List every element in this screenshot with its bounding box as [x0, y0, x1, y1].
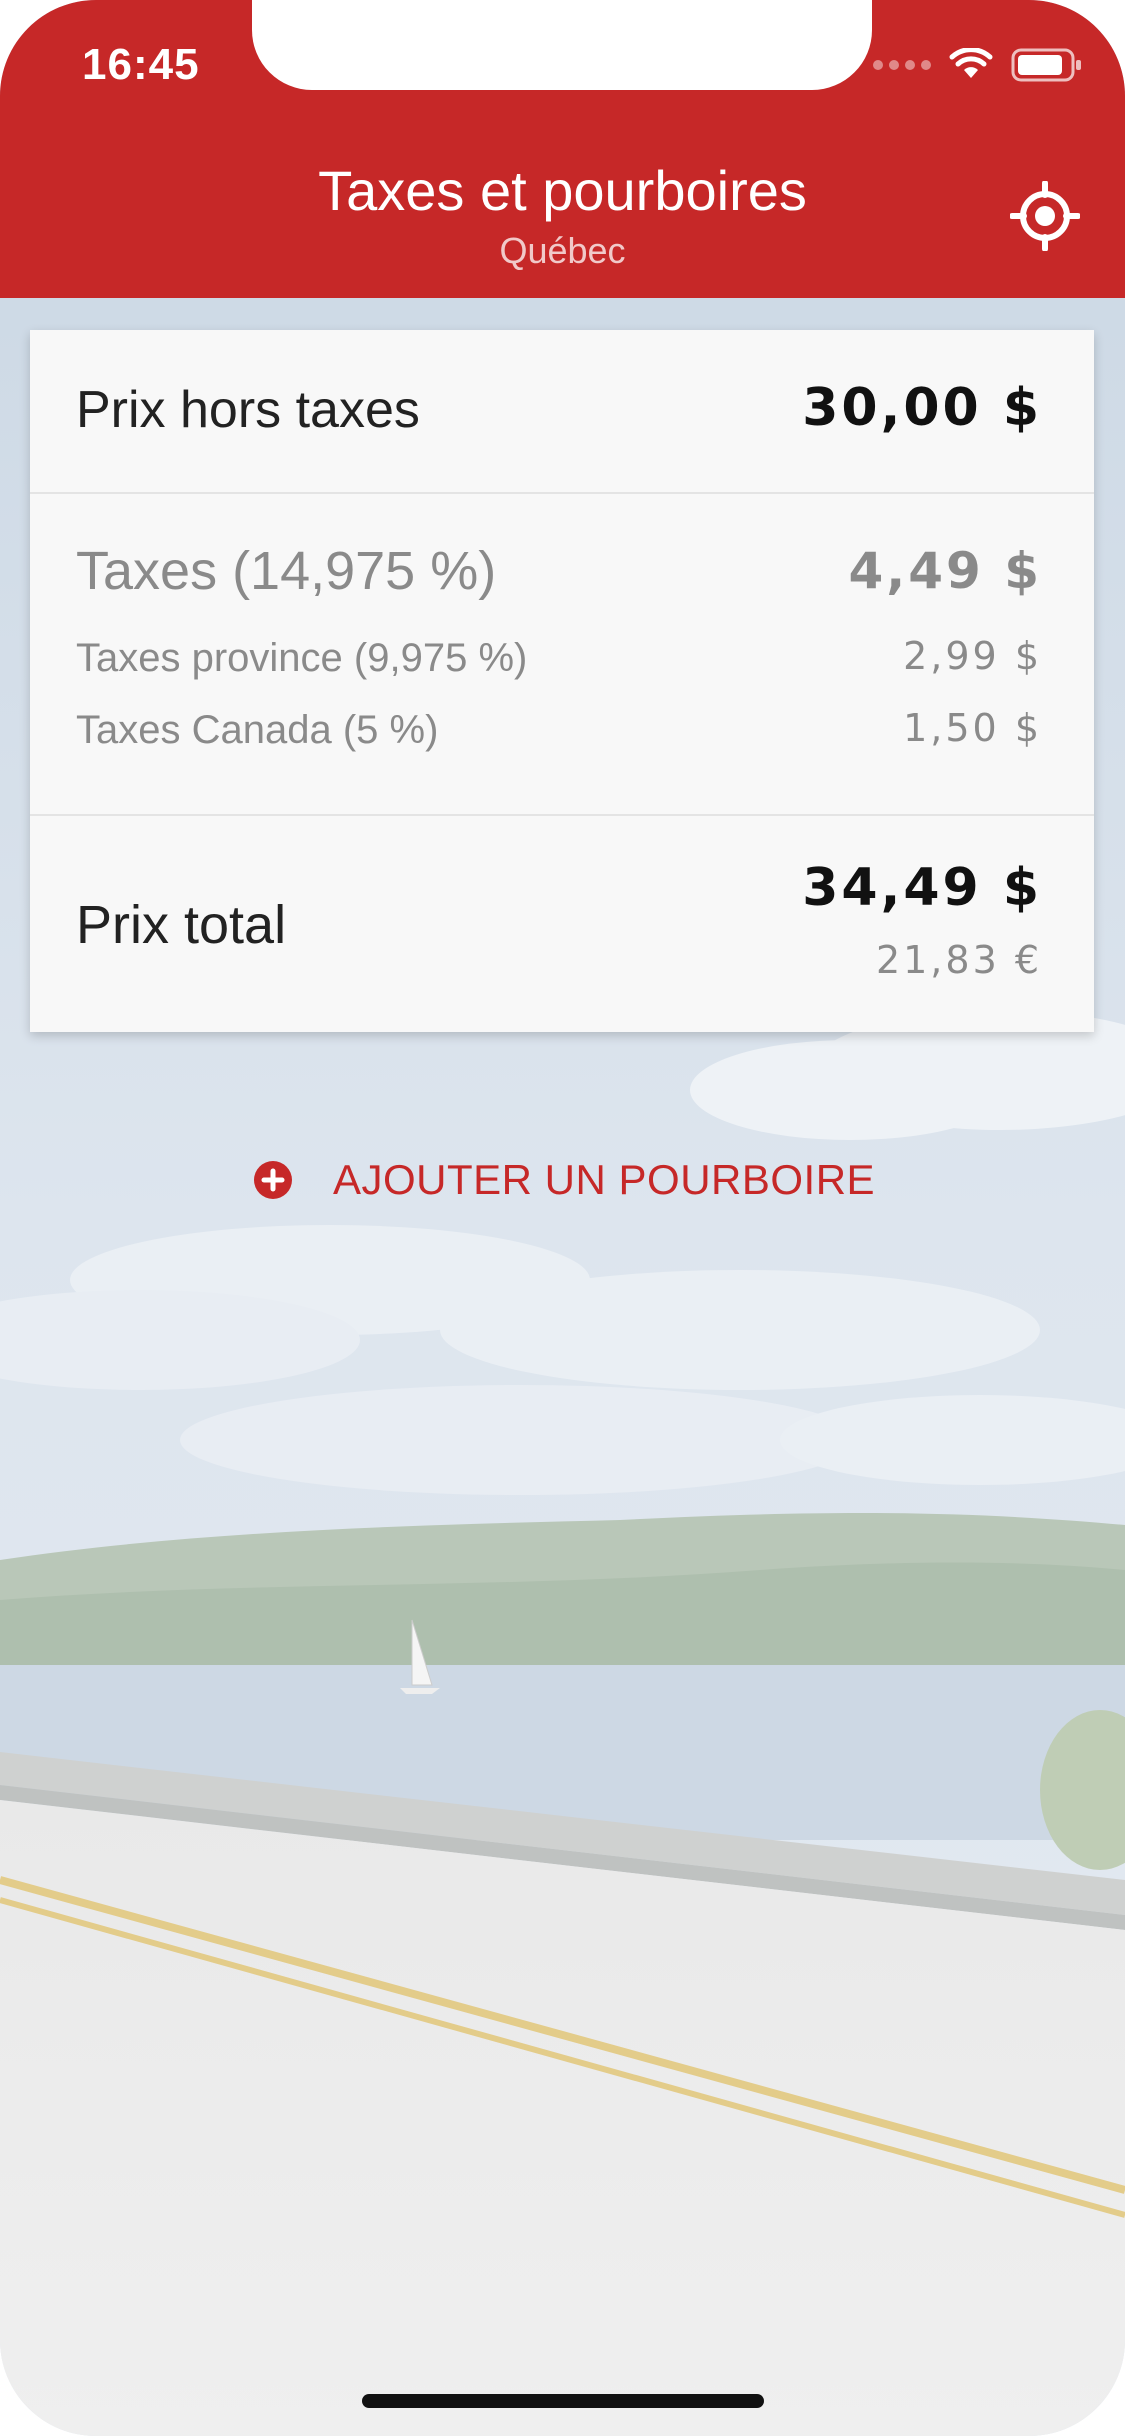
- add-tip-button[interactable]: AJOUTER UN POURBOIRE: [253, 1150, 875, 1210]
- add-tip-label: AJOUTER UN POURBOIRE: [333, 1156, 876, 1203]
- plus-circle-icon: [254, 1161, 292, 1199]
- price-row[interactable]: Prix hors taxes 30,00 $: [30, 330, 1094, 494]
- region-subtitle: Québec: [499, 230, 626, 271]
- tax-summary-card: Prix hors taxes 30,00 $ Taxes (14,975 %)…: [30, 330, 1094, 1032]
- crosshair-location-icon: [1010, 181, 1080, 251]
- provincial-tax-value: 2,99 $: [903, 634, 1042, 678]
- battery-icon: [1011, 48, 1081, 82]
- home-indicator[interactable]: [362, 2394, 764, 2408]
- total-row: Prix total 34,49 $ 21,83 €: [30, 814, 1094, 1032]
- locate-button[interactable]: [1005, 176, 1085, 256]
- cellular-signal-icon: [873, 60, 931, 70]
- price-before-tax-value[interactable]: 30,00 $: [802, 378, 1042, 438]
- status-bar-indicators: [873, 48, 1083, 82]
- app-screen: 16:45 Taxes et pourboires Québec Prix ho…: [0, 0, 1125, 2436]
- federal-tax-label: Taxes Canada (5 %): [76, 708, 439, 752]
- page-title: Taxes et pourboires: [318, 159, 807, 222]
- total-price-label: Prix total: [76, 895, 287, 955]
- total-price-euro-value: 21,83 €: [875, 938, 1042, 982]
- status-bar-time: 16:45: [82, 40, 200, 89]
- total-taxes-value: 4,49 $: [848, 542, 1042, 600]
- price-before-tax-label: Prix hors taxes: [76, 381, 420, 439]
- taxes-section: Taxes (14,975 %) 4,49 $ Taxes province (…: [30, 492, 1094, 816]
- federal-tax-value: 1,50 $: [903, 706, 1042, 750]
- total-price-value: 34,49 $: [802, 858, 1042, 918]
- provincial-tax-label: Taxes province (9,975 %): [76, 636, 528, 680]
- wifi-icon: [949, 48, 993, 78]
- total-taxes-label: Taxes (14,975 %): [76, 541, 497, 601]
- device-notch: [252, 0, 872, 90]
